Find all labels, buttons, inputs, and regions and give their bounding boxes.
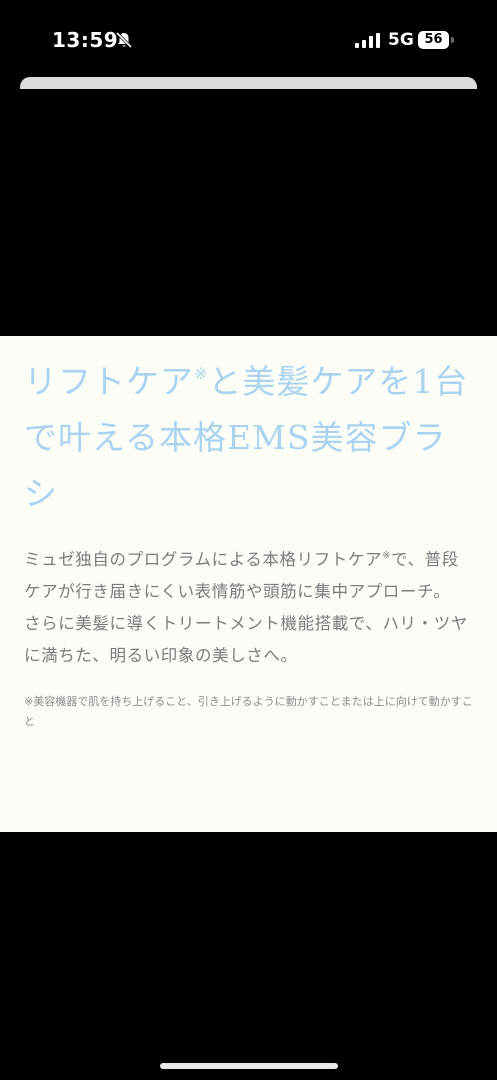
battery-tip	[451, 37, 454, 43]
description-paragraph-1: ミュゼ独自のプログラムによる本格リフトケア※で、普段ケアが行き届きにくい表情筋や…	[24, 540, 475, 608]
product-description-card: リフトケア※と美髪ケアを1台で叶える本格EMS美容ブラシ ミュゼ独自のプログラム…	[0, 336, 497, 832]
battery-level: 56	[418, 31, 449, 49]
description-paragraph-2: さらに美髪に導くトリートメント機能搭載で、ハリ・ツヤに満ちた、明るい印象の美しさ…	[24, 614, 468, 665]
headline-note-mark: ※	[194, 364, 209, 383]
headline: リフトケア※と美髪ケアを1台で叶える本格EMS美容ブラシ	[24, 346, 475, 522]
bell-slash-icon	[115, 31, 133, 49]
status-time: 13:59	[52, 28, 119, 52]
paragraph-1-note-mark: ※	[382, 550, 392, 561]
status-bar: 13:59 5G 56	[0, 0, 497, 80]
sheet-top-edge	[20, 77, 477, 89]
headline-text-1: リフトケア	[24, 362, 194, 401]
footnote: ※美容機器で肌を持ち上げること、引き上げるように動かすことまたは上に向けて動かす…	[24, 695, 473, 728]
home-indicator[interactable]	[160, 1063, 338, 1069]
signal-bars-icon	[355, 33, 380, 48]
network-type: 5G	[388, 30, 414, 50]
battery-indicator: 56	[418, 31, 454, 49]
paragraph-1-text-1: ミュゼ独自のプログラムによる本格リフトケア	[24, 550, 383, 569]
